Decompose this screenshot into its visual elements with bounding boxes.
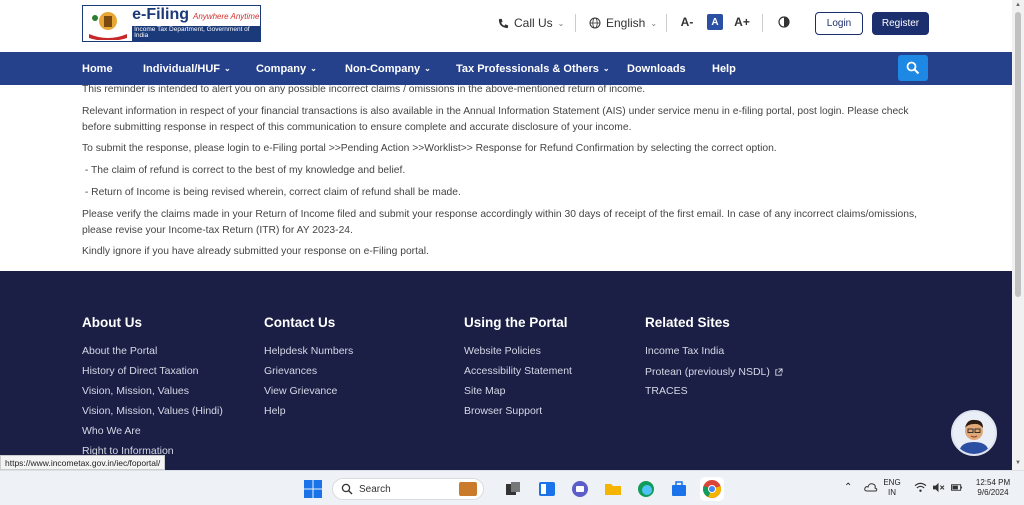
language-label: English xyxy=(606,16,646,30)
nav-item-tax-professionals[interactable]: Tax Professionals & Others ⌄ xyxy=(456,52,610,85)
paragraph: Relevant information in respect of your … xyxy=(82,106,909,133)
phone-icon xyxy=(498,18,509,28)
login-button[interactable]: Login xyxy=(815,12,863,35)
chevron-down-icon: ⌄ xyxy=(557,18,565,28)
footer-heading-portal: Using the Portal xyxy=(464,315,568,330)
chevron-down-icon: ⌄ xyxy=(602,64,610,73)
store-icon[interactable] xyxy=(669,479,689,499)
efiling-logo[interactable]: e-Filing Anywhere Anytime Income Tax Dep… xyxy=(82,5,261,42)
logo-subtitle: Income Tax Department, Government of Ind… xyxy=(132,25,260,41)
external-link-icon xyxy=(775,367,783,376)
divider xyxy=(762,14,763,32)
main-nav: Home Individual/HUF ⌄ Company ⌄ Non-Compan… xyxy=(0,52,1012,85)
clock[interactable]: 12:54 PM 9/6/2024 xyxy=(970,478,1016,498)
file-explorer-icon[interactable] xyxy=(603,479,623,499)
paragraph: Please verify the claims made in your Re… xyxy=(82,209,917,236)
chevron-down-icon: ⌄ xyxy=(224,64,231,73)
taskbar-search-input[interactable]: Search xyxy=(332,478,484,500)
speaker-muted-icon[interactable] xyxy=(932,482,945,496)
footer-link[interactable]: Grievances xyxy=(264,365,317,377)
footer-link[interactable]: Who We Are xyxy=(82,425,141,437)
globe-icon xyxy=(589,17,601,29)
register-button[interactable]: Register xyxy=(872,12,929,35)
chat-teams-icon[interactable] xyxy=(570,479,590,499)
footer-heading-about: About Us xyxy=(82,315,142,330)
divider xyxy=(666,14,667,32)
chevron-up-icon[interactable]: ⌃ xyxy=(844,483,852,493)
paragraph: To submit the response, please login to … xyxy=(82,143,777,154)
call-us-label: Call Us xyxy=(514,16,553,30)
footer-link[interactable]: About the Portal xyxy=(82,345,157,357)
wifi-icon[interactable] xyxy=(914,482,927,496)
logo-tagline: Anywhere Anytime xyxy=(193,11,260,21)
message-content: This reminder is intended to alert you o… xyxy=(0,85,1012,271)
footer-link[interactable]: Browser Support xyxy=(464,405,542,417)
nav-item-help[interactable]: Help xyxy=(712,52,736,85)
language-dropdown[interactable]: English ⌄ xyxy=(589,14,657,32)
search-button[interactable] xyxy=(898,55,928,81)
font-decrease-button[interactable]: A- xyxy=(679,14,695,30)
chrome-browser-icon[interactable] xyxy=(702,479,722,499)
nav-item-home[interactable]: Home xyxy=(82,52,113,85)
battery-icon[interactable] xyxy=(950,482,964,496)
footer-link[interactable]: Vision, Mission, Values (Hindi) xyxy=(82,405,223,417)
footer-link[interactable]: View Grievance xyxy=(264,385,337,397)
cloud-icon[interactable] xyxy=(864,481,878,496)
edge-browser-icon[interactable] xyxy=(636,479,656,499)
national-emblem-icon xyxy=(83,6,132,41)
language-indicator[interactable]: ENG IN xyxy=(881,478,903,498)
footer-link[interactable]: Accessibility Statement xyxy=(464,365,572,377)
scrollbar-thumb[interactable] xyxy=(1015,12,1021,297)
divider xyxy=(575,14,576,32)
site-header: e-Filing Anywhere Anytime Income Tax Dep… xyxy=(0,0,1012,52)
nav-item-non-company[interactable]: Non-Company ⌄ xyxy=(345,52,431,85)
footer-link[interactable]: Income Tax India xyxy=(645,345,724,357)
logo-title: e-Filing xyxy=(132,5,189,23)
contrast-toggle-icon[interactable] xyxy=(776,14,792,30)
chevron-down-icon: ⌄ xyxy=(424,64,431,73)
paragraph: - The claim of refund is correct to the … xyxy=(82,165,406,176)
footer-link[interactable]: Vision, Mission, Values xyxy=(82,385,189,397)
footer-link[interactable]: Website Policies xyxy=(464,345,541,357)
briefcase-icon xyxy=(459,482,477,496)
paragraph: This reminder is intended to alert you o… xyxy=(82,85,646,95)
scroll-down-icon[interactable]: ▼ xyxy=(1014,460,1022,468)
search-icon xyxy=(906,61,920,75)
task-view-icon[interactable] xyxy=(503,479,523,499)
widgets-icon[interactable] xyxy=(537,479,557,499)
windows-start-icon[interactable] xyxy=(303,479,323,499)
search-icon xyxy=(341,483,353,495)
footer-link[interactable]: Help xyxy=(264,405,286,417)
chevron-down-icon: ⌄ xyxy=(650,18,658,28)
footer-link[interactable]: TRACES xyxy=(645,385,688,397)
scroll-up-icon[interactable]: ▲ xyxy=(1014,2,1022,10)
footer-link-protean[interactable]: Protean (previously NSDL) xyxy=(645,366,783,378)
footer-link[interactable]: History of Direct Taxation xyxy=(82,365,199,377)
footer-link[interactable]: Site Map xyxy=(464,385,505,397)
status-url: https://www.incometax.gov.in/iec/foporta… xyxy=(0,455,166,470)
font-increase-button[interactable]: A+ xyxy=(734,14,750,30)
nav-item-individual-huf[interactable]: Individual/HUF ⌄ xyxy=(143,52,231,85)
footer-heading-contact: Contact Us xyxy=(264,315,336,330)
footer-link[interactable]: Helpdesk Numbers xyxy=(264,345,353,357)
nav-item-downloads[interactable]: Downloads xyxy=(627,52,686,85)
font-normal-button[interactable]: A xyxy=(707,14,723,30)
chatbot-avatar-icon[interactable] xyxy=(951,410,997,456)
call-us-dropdown[interactable]: Call Us ⌄ xyxy=(498,14,564,32)
paragraph: Kindly ignore if you have already submit… xyxy=(82,246,429,257)
site-footer: About Us About the Portal History of Dir… xyxy=(0,271,1012,470)
nav-item-company[interactable]: Company ⌄ xyxy=(256,52,317,85)
windows-taskbar: Search ⌃ ENG IN 12:54 PM 9/6/2024 xyxy=(0,470,1024,505)
footer-heading-related: Related Sites xyxy=(645,315,730,330)
paragraph: - Return of Income is being revised wher… xyxy=(82,187,461,198)
page-scrollbar[interactable]: ▲ ▼ xyxy=(1012,0,1024,470)
chevron-down-icon: ⌄ xyxy=(310,64,317,73)
